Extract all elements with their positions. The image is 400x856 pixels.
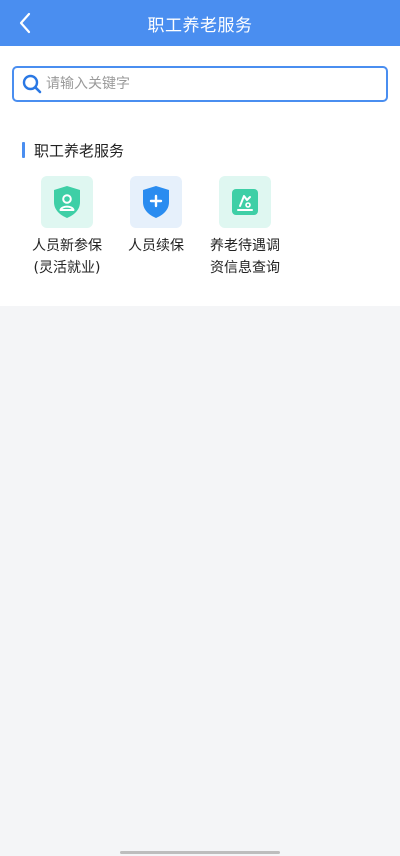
service-pension-adjustment-query[interactable]: 养老待遇调 资信息查询 <box>200 176 290 279</box>
section-header: 职工养老服务 <box>22 141 125 160</box>
search-box[interactable] <box>12 66 388 102</box>
section-accent-bar <box>22 142 25 158</box>
service-label: 养老待遇调 资信息查询 <box>210 238 280 276</box>
search-input[interactable] <box>46 70 386 98</box>
person-shield-icon <box>41 176 93 228</box>
service-label: 人员续保 <box>128 238 184 254</box>
back-button[interactable] <box>8 6 42 40</box>
service-label: 人员新参保 (灵活就业) <box>32 238 102 276</box>
document-edit-icon <box>219 176 271 228</box>
service-grid: 人员新参保 (灵活就业) 人员续保 养老待遇调 资信息查询 <box>0 176 400 286</box>
service-panel: 职工养老服务 人员新参保 (灵活就业) 人员续保 <box>0 46 400 306</box>
app-header: 职工养老服务 <box>0 0 400 46</box>
plus-shield-icon <box>130 176 182 228</box>
service-renewal[interactable]: 人员续保 <box>111 176 201 257</box>
page-title: 职工养老服务 <box>147 15 253 36</box>
service-new-enrollment[interactable]: 人员新参保 (灵活就业) <box>22 176 112 279</box>
section-title: 职工养老服务 <box>34 141 125 160</box>
chevron-left-icon <box>19 12 31 34</box>
home-indicator <box>120 851 280 854</box>
search-icon <box>22 74 42 94</box>
